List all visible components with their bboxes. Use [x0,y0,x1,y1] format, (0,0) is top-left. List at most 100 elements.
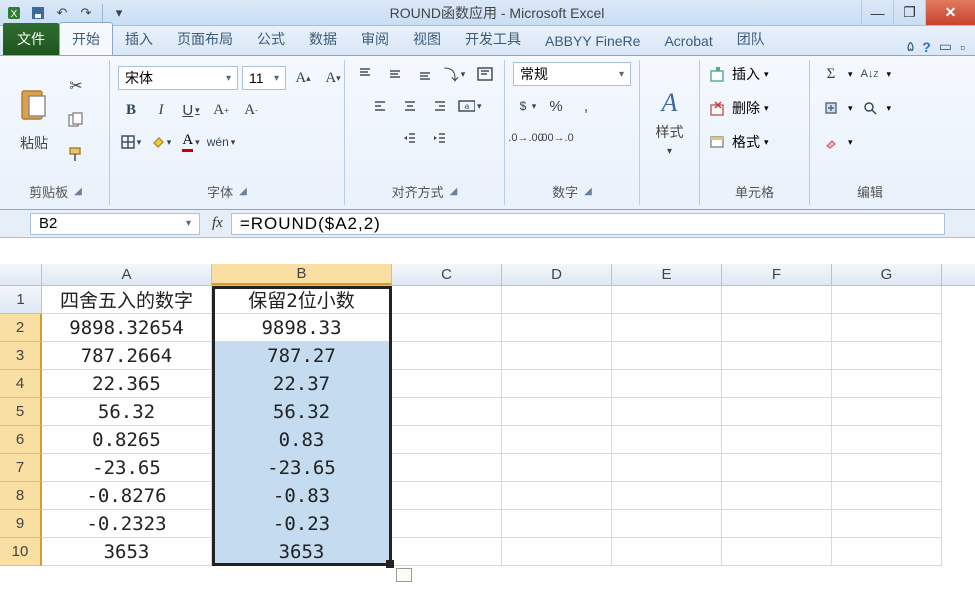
fill-color-icon[interactable]: ▾ [148,130,174,154]
cell[interactable] [392,398,502,426]
cell[interactable] [392,426,502,454]
ribbon-minimize-icon[interactable]: ۵ [907,38,915,55]
phonetic-icon[interactable]: wén▾ [208,130,234,154]
workbook-minimize-icon[interactable]: ▭ [939,38,952,55]
help-icon[interactable]: ? [922,39,931,55]
spreadsheet-grid[interactable]: A B C D E F G 1 四舍五入的数字 保留2位小数 2 9898.32… [0,264,975,566]
cell[interactable] [612,482,722,510]
cell[interactable]: 四舍五入的数字 [42,286,212,314]
align-launcher-icon[interactable]: ◢ [450,186,458,197]
format-cells-button[interactable]: 格式▾ [706,130,769,154]
cell[interactable] [832,538,942,566]
sort-filter-icon[interactable]: A↓Z [857,62,883,86]
column-header-A[interactable]: A [42,264,212,285]
cell[interactable]: 0.83 [212,426,392,454]
align-center-icon[interactable] [397,94,423,118]
cell[interactable] [832,398,942,426]
cell[interactable] [502,538,612,566]
cell[interactable] [722,454,832,482]
cell[interactable] [612,538,722,566]
row-header[interactable]: 10 [0,538,42,566]
orientation-icon[interactable]: ⤵▾ [442,62,468,86]
cell-styles-button[interactable]: A 样式 ▾ [648,77,691,167]
row-header[interactable]: 3 [0,342,42,370]
tab-review[interactable]: 审阅 [349,23,401,55]
cell[interactable]: 9898.33 [212,314,392,342]
cell[interactable] [612,286,722,314]
align-middle-icon[interactable] [382,62,408,86]
cell[interactable] [722,286,832,314]
format-painter-icon[interactable] [64,142,88,166]
cut-icon[interactable]: ✂ [64,74,88,98]
column-header-G[interactable]: G [832,264,942,285]
cell[interactable] [832,454,942,482]
cell[interactable]: 56.32 [42,398,212,426]
cell[interactable] [392,538,502,566]
cell[interactable] [392,342,502,370]
delete-cells-button[interactable]: 删除▾ [706,96,769,120]
tab-team[interactable]: 团队 [725,23,777,55]
grow-font-icon[interactable]: A▴ [290,66,316,90]
cell[interactable] [832,342,942,370]
save-icon[interactable] [28,3,48,23]
cell[interactable] [392,370,502,398]
cell[interactable] [392,482,502,510]
cell[interactable] [502,314,612,342]
row-header[interactable]: 1 [0,286,42,314]
undo-icon[interactable]: ↶ [52,3,72,23]
align-bottom-icon[interactable] [412,62,438,86]
fill-icon[interactable] [818,96,844,120]
minimize-button[interactable]: — [861,0,893,25]
font-launcher-icon[interactable]: ◢ [239,186,247,197]
cell[interactable] [502,398,612,426]
cell[interactable]: 9898.32654 [42,314,212,342]
paste-button[interactable]: 粘贴 [10,72,58,168]
underline-button[interactable]: U▾ [178,98,204,122]
cell[interactable]: 3653 [212,538,392,566]
decrease-decimal-icon[interactable]: .00→.0 [543,126,569,150]
cell[interactable] [502,370,612,398]
cell[interactable] [722,426,832,454]
cell[interactable] [502,286,612,314]
find-select-icon[interactable] [857,96,883,120]
maximize-button[interactable]: ❐ [893,0,925,25]
cell[interactable] [612,398,722,426]
column-header-D[interactable]: D [502,264,612,285]
row-header[interactable]: 9 [0,510,42,538]
tab-view[interactable]: 视图 [401,23,453,55]
cell[interactable] [832,426,942,454]
cell[interactable] [502,454,612,482]
tab-home[interactable]: 开始 [59,22,113,55]
cell[interactable]: 0.8265 [42,426,212,454]
font-name-combo[interactable]: 宋体▾ [118,66,238,90]
decrease-indent-icon[interactable] [397,126,423,150]
cell[interactable] [612,454,722,482]
shrink-font-icon[interactable]: A▾ [320,66,346,90]
align-right-icon[interactable] [427,94,453,118]
formula-input[interactable]: =ROUND($A2,2) [231,213,945,235]
tab-formulas[interactable]: 公式 [245,23,297,55]
insert-cells-button[interactable]: 插入▾ [706,62,769,86]
font-size-combo[interactable]: 11▾ [242,66,286,90]
shrink-font-alt-icon[interactable]: A- [238,98,264,122]
row-header[interactable]: 8 [0,482,42,510]
tab-pagelayout[interactable]: 页面布局 [165,23,245,55]
cell[interactable] [612,314,722,342]
autofill-options-icon[interactable] [396,568,412,582]
tab-abbyy[interactable]: ABBYY FineRe [533,27,652,55]
number-format-combo[interactable]: 常规▾ [513,62,631,86]
column-header-F[interactable]: F [722,264,832,285]
column-header-E[interactable]: E [612,264,722,285]
cell[interactable]: -0.8276 [42,482,212,510]
percent-format-icon[interactable]: % [543,94,569,118]
qat-customize-icon[interactable]: ▾ [109,3,129,23]
cell[interactable]: -23.65 [42,454,212,482]
cell[interactable] [612,510,722,538]
merge-center-icon[interactable]: a▾ [457,94,483,118]
align-left-icon[interactable] [367,94,393,118]
cell[interactable] [832,314,942,342]
cell[interactable] [722,510,832,538]
cell[interactable] [832,510,942,538]
cell[interactable] [612,342,722,370]
cell[interactable]: 787.27 [212,342,392,370]
